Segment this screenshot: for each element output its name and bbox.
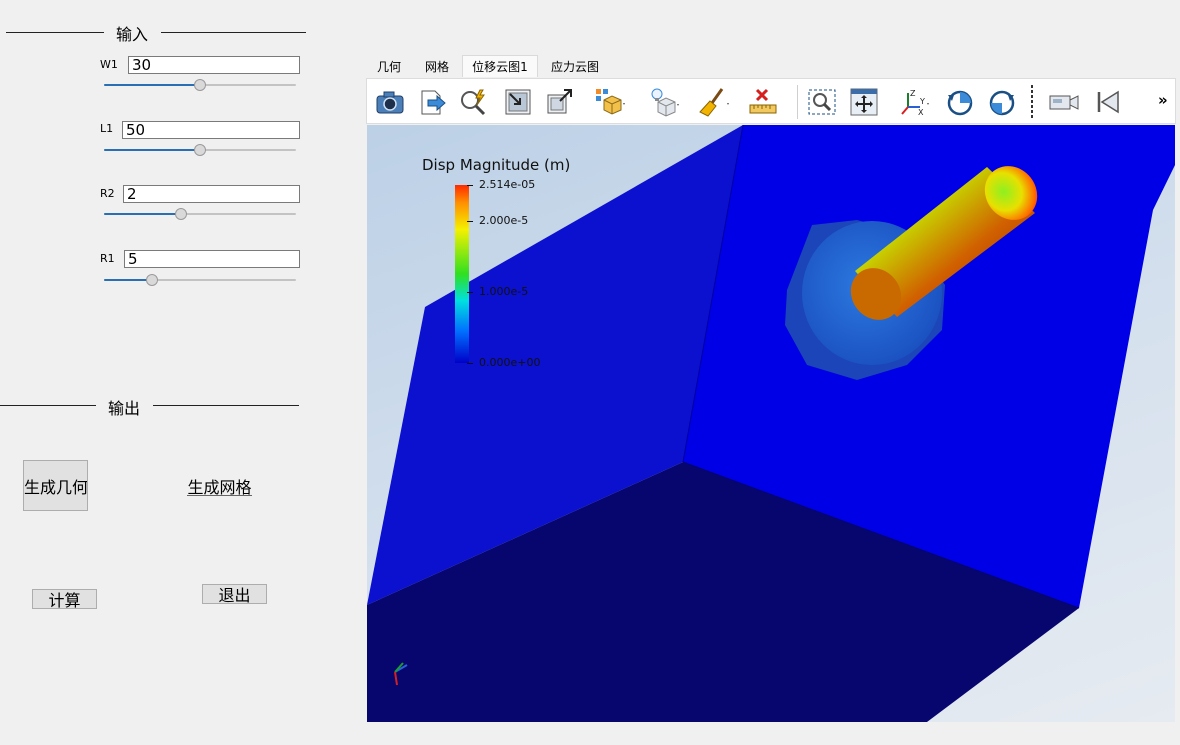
param-input-r2[interactable]: 2 <box>123 185 300 203</box>
param-slider-l1[interactable] <box>104 143 296 157</box>
rotate-ccw-icon[interactable] <box>985 86 1019 118</box>
legend-label: 2.514e-05 <box>479 178 536 191</box>
param-label-l1: L1 <box>100 122 114 135</box>
param-slider-r2[interactable] <box>104 207 296 221</box>
zoom-out-icon[interactable] <box>543 86 577 118</box>
zoom-window-icon[interactable] <box>805 86 839 118</box>
tab-displacement[interactable]: 位移云图1 <box>462 55 538 77</box>
slider-handle[interactable] <box>194 79 206 91</box>
zoom-auto-icon[interactable] <box>457 86 491 118</box>
param-slider-w1[interactable] <box>104 78 296 92</box>
viewer-toolbar: ZYX » <box>366 78 1176 124</box>
legend-colorbar <box>455 185 469 363</box>
legend-tick <box>467 292 473 294</box>
param-label-w1: W1 <box>100 58 118 71</box>
param-label-r2: R2 <box>100 187 115 200</box>
display-mode-icon[interactable] <box>593 86 627 118</box>
legend-label: 1.000e-5 <box>479 285 529 299</box>
svg-text:Z: Z <box>910 89 916 98</box>
legend-tick <box>467 363 473 364</box>
input-group-rule-right <box>161 32 306 33</box>
output-group-rule-right <box>153 405 299 406</box>
camera-icon[interactable] <box>373 86 407 118</box>
param-input-w1[interactable]: 30 <box>128 56 300 74</box>
legend-title: Disp Magnitude (m) <box>422 156 571 174</box>
legend-tick <box>467 185 473 186</box>
ruler-delete-icon[interactable] <box>747 86 781 118</box>
generate-mesh-button[interactable]: 生成网格 <box>187 476 252 496</box>
pan-fit-icon[interactable] <box>847 86 881 118</box>
legend-tick <box>467 221 473 223</box>
generate-geometry-button[interactable]: 生成几何 <box>23 460 88 511</box>
svg-text:Y: Y <box>919 97 925 106</box>
compute-button[interactable]: 计算 <box>32 589 97 609</box>
input-group-rule-left <box>6 32 104 33</box>
toolbar-overflow-button[interactable]: » <box>1158 91 1168 109</box>
exit-button[interactable]: 退出 <box>202 584 267 604</box>
tab-mesh[interactable]: 网格 <box>416 55 458 77</box>
tab-stress[interactable]: 应力云图 <box>544 55 606 77</box>
camera-video-icon[interactable] <box>1047 86 1081 118</box>
save-data-icon[interactable] <box>415 86 449 118</box>
legend-label: 2.000e-5 <box>479 214 529 228</box>
lighting-icon[interactable] <box>647 86 681 118</box>
output-group-title: 输出 <box>108 399 141 418</box>
legend-label: 0.000e+00 <box>479 356 541 369</box>
input-group-title: 输入 <box>116 25 149 44</box>
param-input-l1[interactable]: 50 <box>122 121 300 139</box>
first-frame-icon[interactable] <box>1091 86 1125 118</box>
rotate-cw-icon[interactable] <box>943 86 977 118</box>
toolbar-separator <box>1031 85 1033 119</box>
result-viewport[interactable]: Disp Magnitude (m) 2.514e-05 2.000e-5 1.00… <box>367 125 1175 722</box>
param-input-r1[interactable]: 5 <box>124 250 300 268</box>
param-slider-r1[interactable] <box>104 273 296 287</box>
axis-view-icon[interactable]: ZYX <box>897 86 931 118</box>
svg-text:X: X <box>918 108 924 117</box>
clear-icon[interactable] <box>697 86 731 118</box>
param-label-r1: R1 <box>100 252 115 265</box>
slider-handle[interactable] <box>146 274 158 286</box>
zoom-extent-icon[interactable] <box>501 86 535 118</box>
output-group-rule-left <box>0 405 96 406</box>
slider-handle[interactable] <box>174 208 187 220</box>
slider-handle[interactable] <box>194 144 206 156</box>
tab-geometry[interactable]: 几何 <box>368 55 410 77</box>
toolbar-separator <box>797 85 798 119</box>
